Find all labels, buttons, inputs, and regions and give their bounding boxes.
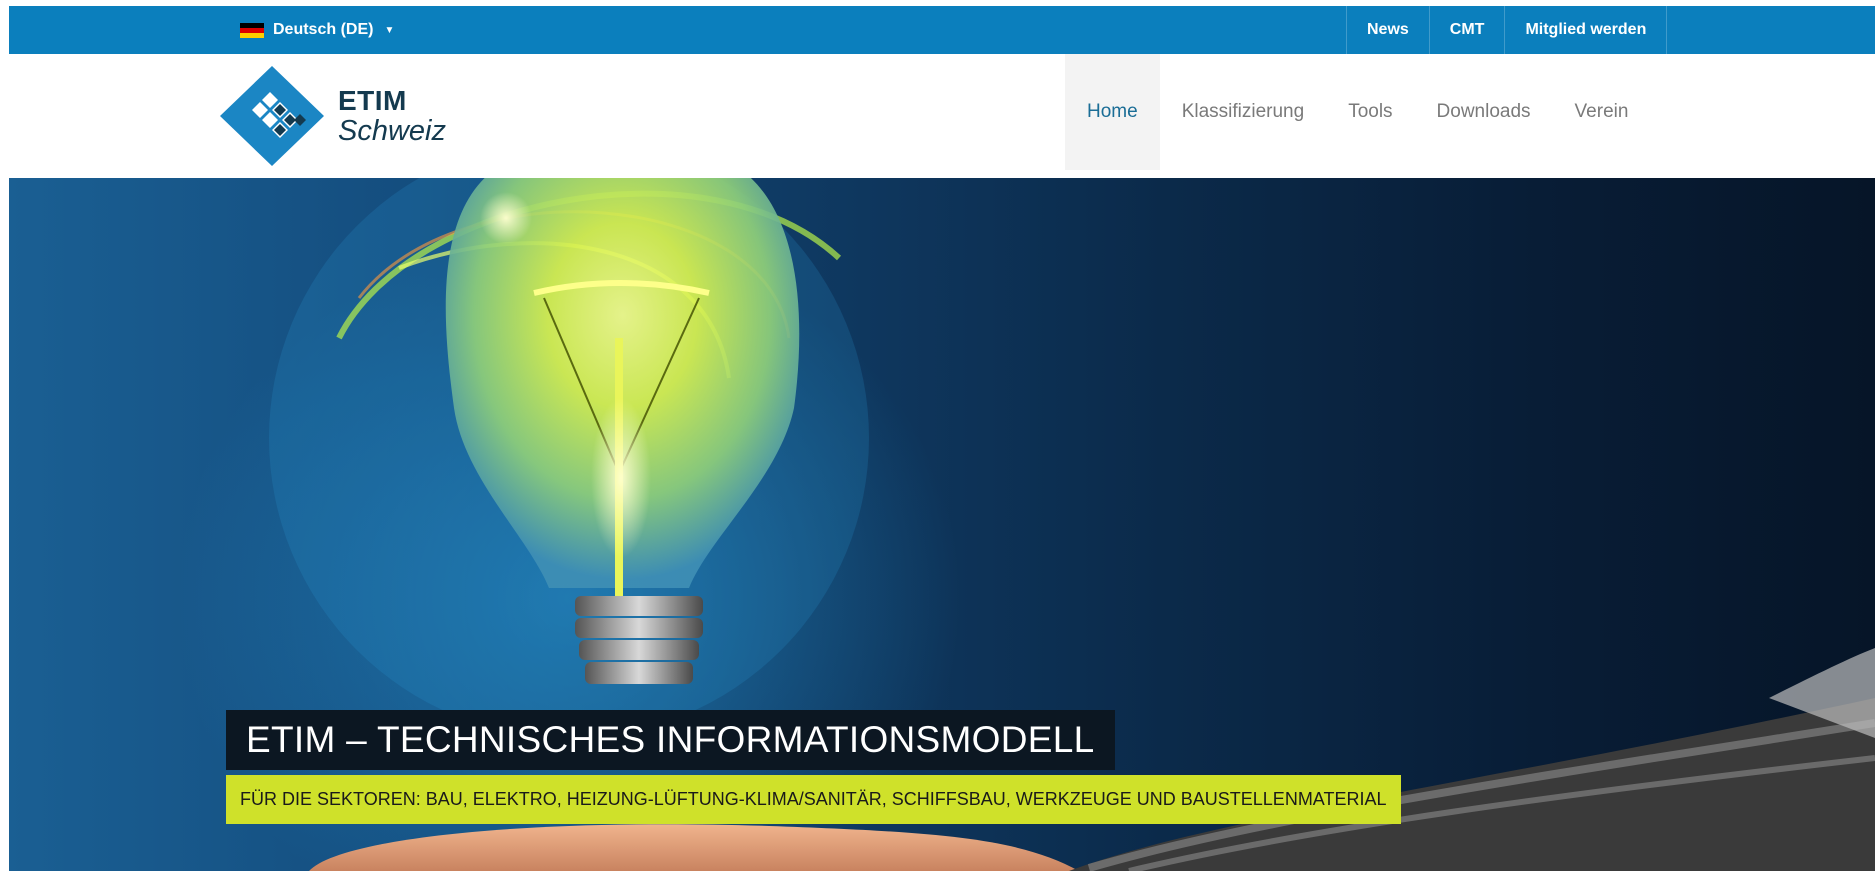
- left-edge: [0, 0, 9, 871]
- hero-banner: ETIM – TECHNISCHES INFORMATIONSMODELL FÜ…: [9, 178, 1875, 871]
- language-selector[interactable]: Deutsch (DE) ▼: [240, 6, 394, 54]
- site-header: ETIM Schweiz Home Klassifizierung Tools …: [9, 54, 1875, 178]
- language-label: Deutsch (DE): [273, 21, 374, 38]
- top-bar: Deutsch (DE) ▼ News CMT Mitglied werden: [9, 6, 1875, 54]
- hero-subtitle: FÜR DIE SEKTOREN: BAU, ELEKTRO, HEIZUNG-…: [226, 775, 1401, 824]
- hero-title: ETIM – TECHNISCHES INFORMATIONSMODELL: [226, 710, 1115, 770]
- main-nav: Home Klassifizierung Tools Downloads Ver…: [1065, 54, 1650, 170]
- site-logo[interactable]: ETIM Schweiz: [220, 66, 446, 166]
- nav-verein[interactable]: Verein: [1553, 54, 1651, 170]
- logo-schweiz: Schweiz: [338, 114, 446, 147]
- nav-downloads[interactable]: Downloads: [1415, 54, 1553, 170]
- nav-home[interactable]: Home: [1065, 54, 1160, 170]
- page: Deutsch (DE) ▼ News CMT Mitglied werden: [0, 0, 1875, 871]
- top-link-mitglied-werden[interactable]: Mitglied werden: [1504, 6, 1668, 54]
- caret-down-icon: ▼: [384, 24, 395, 36]
- top-link-cmt[interactable]: CMT: [1428, 6, 1505, 54]
- nav-klassifizierung[interactable]: Klassifizierung: [1160, 54, 1327, 170]
- etim-diamond-logo-icon: [220, 66, 324, 166]
- nav-tools[interactable]: Tools: [1326, 54, 1414, 170]
- german-flag-icon: [240, 22, 264, 38]
- top-link-news[interactable]: News: [1346, 6, 1429, 54]
- logo-etim: ETIM: [338, 84, 407, 116]
- logo-text: ETIM Schweiz: [338, 84, 446, 147]
- top-links: News CMT Mitglied werden: [1346, 6, 1668, 54]
